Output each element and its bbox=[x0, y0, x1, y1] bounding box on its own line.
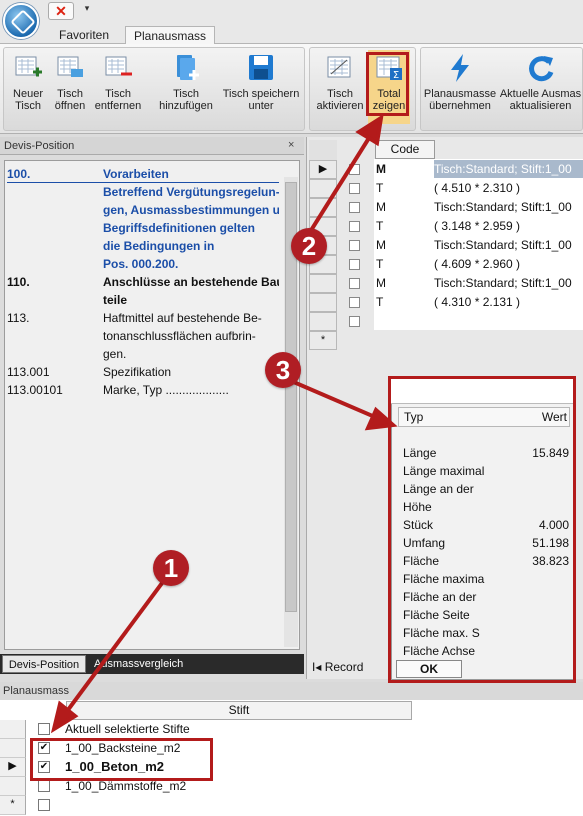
annotation-arrows bbox=[50, 113, 398, 734]
marker-1: 1 bbox=[153, 550, 189, 586]
marker-2: 2 bbox=[291, 228, 327, 264]
app-menu-icon[interactable] bbox=[3, 3, 39, 39]
marker-3: 3 bbox=[265, 352, 301, 388]
